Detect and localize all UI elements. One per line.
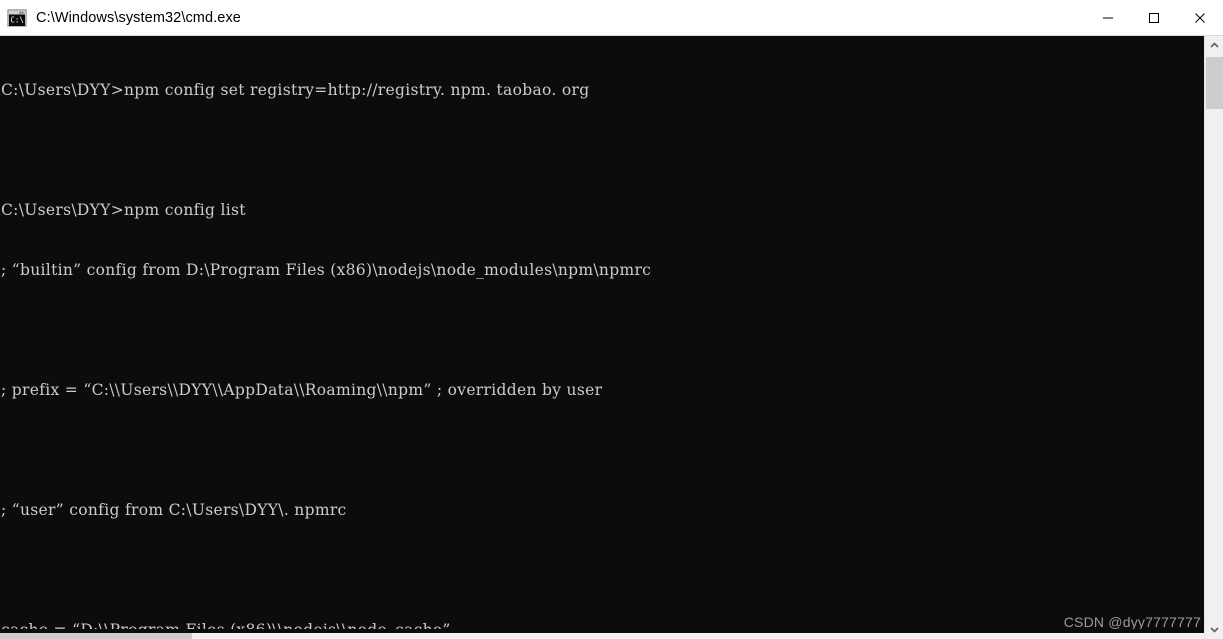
close-icon	[1195, 12, 1205, 23]
vertical-scroll-thumb[interactable]	[1206, 57, 1223, 109]
watermark-label: CSDN @dyy7777777	[1063, 614, 1201, 630]
horizontal-scrollbar[interactable]	[0, 633, 1204, 639]
console-output-area[interactable]: C:\Users\DYY>npm config set registry=htt…	[0, 36, 1223, 639]
console-line: ; prefix = “C:\\Users\\DYY\\AppData\\Roa…	[1, 381, 603, 399]
console-text-buffer: C:\Users\DYY>npm config set registry=htt…	[0, 36, 651, 639]
scroll-down-button[interactable]	[1205, 620, 1223, 639]
horizontal-scroll-thumb[interactable]	[0, 633, 192, 639]
maximize-icon	[1149, 12, 1159, 23]
window-title: C:\Windows\system32\cmd.exe	[36, 9, 241, 26]
console-line: ; “builtin” config from D:\Program Files…	[1, 261, 652, 279]
cmd-console-icon: C:\	[7, 9, 27, 27]
console-line: C:\Users\DYY>npm config set registry=htt…	[1, 81, 590, 99]
console-line: C:\Users\DYY>npm config list	[1, 201, 246, 219]
scroll-up-arrow-icon	[1209, 42, 1219, 48]
scroll-down-arrow-icon	[1209, 627, 1219, 633]
vertical-scrollbar[interactable]	[1204, 36, 1223, 639]
minimize-icon	[1103, 17, 1113, 18]
svg-text:C:\: C:\	[10, 15, 24, 24]
title-bar[interactable]: C:\ C:\Windows\system32\cmd.exe	[0, 0, 1223, 36]
minimize-button[interactable]	[1085, 0, 1131, 35]
close-button[interactable]	[1177, 0, 1223, 35]
cmd-window: C:\ C:\Windows\system32\cmd.exe C:\Users…	[0, 0, 1223, 639]
maximize-button[interactable]	[1131, 0, 1177, 35]
window-controls	[1085, 0, 1223, 35]
console-line: ; “user” config from C:\Users\DYY\. npmr…	[1, 501, 347, 519]
scroll-up-button[interactable]	[1205, 36, 1223, 55]
